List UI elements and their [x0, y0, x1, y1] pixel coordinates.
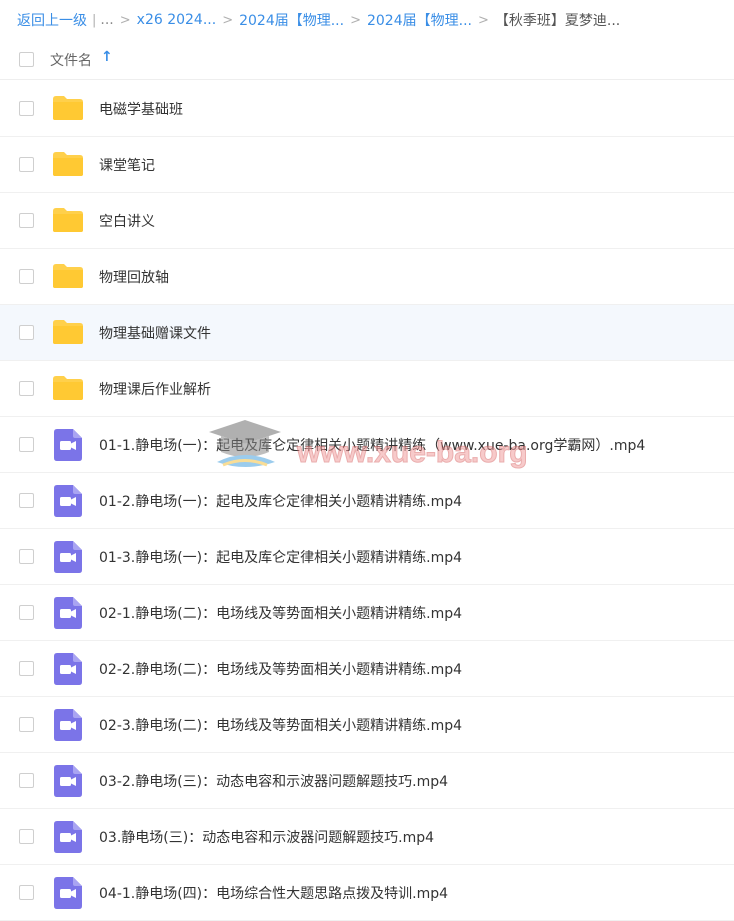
folder-icon[interactable]	[52, 263, 84, 293]
video-file-icon[interactable]	[54, 597, 82, 633]
arrow-up-icon[interactable]: ↑	[101, 49, 113, 65]
video-file-icon	[54, 821, 82, 853]
breadcrumb-separator: >	[477, 12, 489, 28]
row-checkbox[interactable]	[19, 661, 34, 676]
file-name[interactable]: 02-2.静电场(二)：电场线及等势面相关小题精讲精练.mp4	[99, 659, 462, 679]
file-row[interactable]: 04-1.静电场(四)：电场综合性大题思路点拨及特训.mp4	[0, 865, 734, 921]
folder-icon[interactable]	[52, 319, 84, 349]
file-name[interactable]: 02-1.静电场(二)：电场线及等势面相关小题精讲精练.mp4	[99, 603, 462, 623]
video-file-icon	[54, 877, 82, 909]
file-name[interactable]: 03-2.静电场(三)：动态电容和示波器问题解题技巧.mp4	[99, 771, 448, 791]
row-checkbox[interactable]	[19, 101, 34, 116]
row-checkbox[interactable]	[19, 493, 34, 508]
folder-row[interactable]: 空白讲义	[0, 193, 734, 249]
video-file-icon[interactable]	[54, 765, 82, 801]
file-name[interactable]: 课堂笔记	[99, 155, 155, 175]
breadcrumb-item[interactable]: 2024届【物理...	[367, 10, 472, 30]
folder-icon[interactable]	[52, 207, 84, 237]
file-name[interactable]: 03.静电场(三)：动态电容和示波器问题解题技巧.mp4	[99, 827, 434, 847]
folder-icon[interactable]	[52, 375, 84, 405]
file-name[interactable]: 物理回放轴	[99, 267, 169, 287]
breadcrumb-item[interactable]: 2024届【物理...	[239, 10, 344, 30]
row-checkbox[interactable]	[19, 437, 34, 452]
video-file-icon[interactable]	[54, 541, 82, 577]
folder-row[interactable]: 课堂笔记	[0, 137, 734, 193]
video-file-icon	[54, 485, 82, 517]
breadcrumb-separator: >	[350, 12, 361, 28]
file-name[interactable]: 04-1.静电场(四)：电场综合性大题思路点拨及特训.mp4	[99, 883, 448, 903]
row-checkbox[interactable]	[19, 157, 34, 172]
video-file-icon	[54, 541, 82, 573]
breadcrumb-ellipsis[interactable]: ...	[100, 12, 113, 28]
file-name[interactable]: 01-2.静电场(一)：起电及库仑定律相关小题精讲精练.mp4	[99, 491, 462, 511]
folder-row[interactable]: 物理课后作业解析	[0, 361, 734, 417]
video-file-icon[interactable]	[54, 429, 82, 465]
file-name[interactable]: 01-3.静电场(一)：起电及库仑定律相关小题精讲精练.mp4	[99, 547, 462, 567]
file-row[interactable]: 01-3.静电场(一)：起电及库仑定律相关小题精讲精练.mp4	[0, 529, 734, 585]
file-list: 电磁学基础班 课堂笔记空白讲义物理回放轴物理基础赠课文件 物理课后作业解析 01-1.…	[0, 81, 734, 921]
file-name[interactable]: 02-3.静电场(二)：电场线及等势面相关小题精讲精练.mp4	[99, 715, 462, 735]
video-file-icon	[54, 765, 82, 797]
file-name[interactable]: 电磁学基础班	[99, 99, 183, 119]
breadcrumb-separator: >	[119, 12, 131, 28]
file-list-header: 文件名 ↑	[0, 40, 734, 80]
folder-row[interactable]: 物理回放轴	[0, 249, 734, 305]
folder-icon	[53, 264, 83, 288]
video-file-icon	[54, 429, 82, 461]
row-checkbox[interactable]	[19, 885, 34, 900]
video-file-icon	[54, 709, 82, 741]
row-checkbox[interactable]	[19, 325, 34, 340]
file-name[interactable]: 空白讲义	[99, 211, 155, 231]
folder-icon	[53, 376, 83, 400]
select-all-checkbox[interactable]	[19, 52, 34, 67]
video-file-icon[interactable]	[54, 485, 82, 521]
row-checkbox[interactable]	[19, 381, 34, 396]
folder-row[interactable]: 电磁学基础班	[0, 81, 734, 137]
folder-icon[interactable]	[52, 95, 84, 125]
file-row[interactable]: 01-1.静电场(一)：起电及库仑定律相关小题精讲精练（www.xue-ba.o…	[0, 417, 734, 473]
breadcrumb-separator: >	[222, 12, 234, 28]
row-checkbox[interactable]	[19, 269, 34, 284]
video-file-icon	[54, 653, 82, 685]
file-name[interactable]: 物理基础赠课文件	[99, 323, 211, 343]
folder-icon	[53, 96, 83, 120]
video-file-icon	[54, 597, 82, 629]
folder-icon	[53, 208, 83, 232]
row-checkbox[interactable]	[19, 605, 34, 620]
file-row[interactable]: 01-2.静电场(一)：起电及库仑定律相关小题精讲精练.mp4	[0, 473, 734, 529]
folder-icon	[53, 152, 83, 176]
file-row[interactable]: 02-2.静电场(二)：电场线及等势面相关小题精讲精练.mp4	[0, 641, 734, 697]
video-file-icon[interactable]	[54, 877, 82, 913]
video-file-icon[interactable]	[54, 653, 82, 689]
file-row[interactable]: 02-3.静电场(二)：电场线及等势面相关小题精讲精练.mp4	[0, 697, 734, 753]
file-row[interactable]: 03-2.静电场(三)：动态电容和示波器问题解题技巧.mp4	[0, 753, 734, 809]
file-name[interactable]: 01-1.静电场(一)：起电及库仑定律相关小题精讲精练（www.xue-ba.o…	[99, 435, 645, 455]
column-filename[interactable]: 文件名	[50, 50, 92, 70]
row-checkbox[interactable]	[19, 213, 34, 228]
row-checkbox[interactable]	[19, 717, 34, 732]
file-row[interactable]: 03.静电场(三)：动态电容和示波器问题解题技巧.mp4	[0, 809, 734, 865]
video-file-icon[interactable]	[54, 709, 82, 745]
breadcrumb-divider: |	[92, 12, 97, 28]
breadcrumb-current: 【秋季班】夏梦迪...	[494, 13, 621, 29]
breadcrumb-item[interactable]: x26 2024...	[137, 12, 217, 28]
file-name[interactable]: 物理课后作业解析	[99, 379, 211, 399]
video-file-icon[interactable]	[54, 821, 82, 857]
breadcrumb: 返回上一级 | ... > x26 2024... > 2024届【物理... …	[17, 9, 620, 31]
back-link[interactable]: 返回上一级	[17, 10, 87, 30]
row-checkbox[interactable]	[19, 773, 34, 788]
file-row[interactable]: 02-1.静电场(二)：电场线及等势面相关小题精讲精练.mp4	[0, 585, 734, 641]
folder-icon	[53, 320, 83, 344]
row-checkbox[interactable]	[19, 829, 34, 844]
folder-icon[interactable]	[52, 151, 84, 181]
folder-row[interactable]: 物理基础赠课文件	[0, 305, 734, 361]
row-checkbox[interactable]	[19, 549, 34, 564]
